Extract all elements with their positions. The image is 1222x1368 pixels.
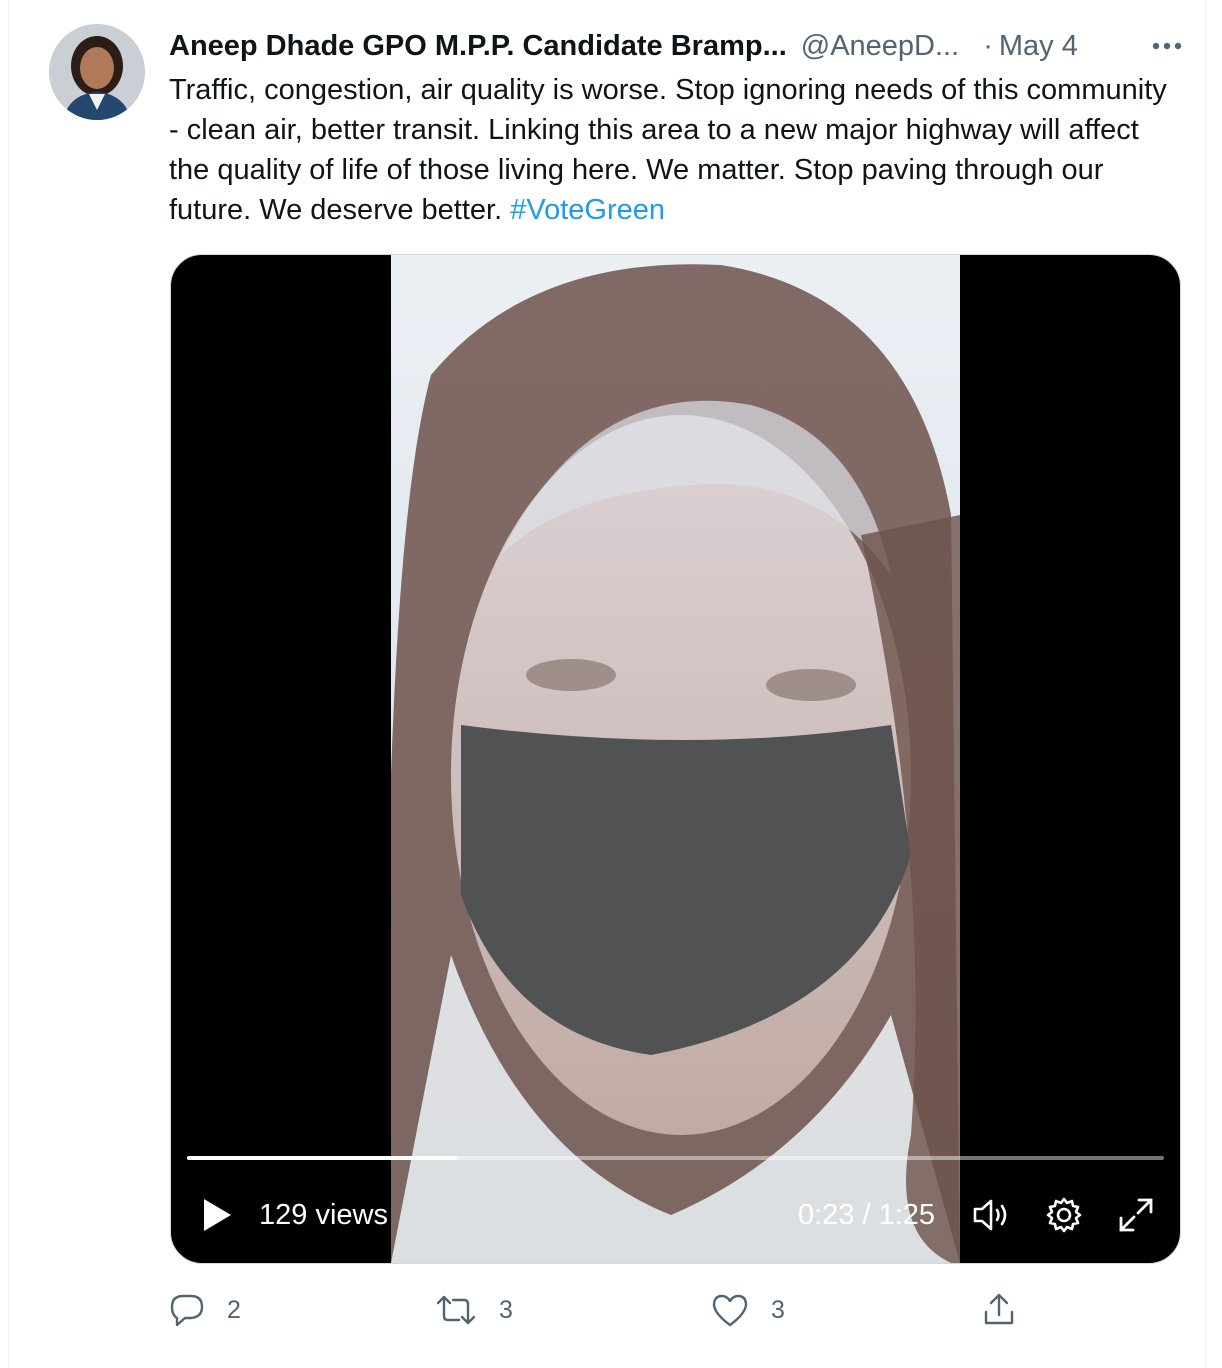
tweet-header: Aneep Dhade GPO M.P.P. Candidate Bramp..… [169,24,1189,68]
video-time: 0:23 / 1:25 [798,1199,936,1231]
gear-icon[interactable] [1039,1193,1089,1237]
hashtag-link[interactable]: #VoteGreen [510,194,665,226]
more-icon[interactable] [1145,28,1189,64]
video-progress-fill [187,1156,457,1160]
retweet-icon [436,1295,476,1325]
share-button[interactable] [981,1286,1017,1334]
view-count: 129 views [259,1199,388,1231]
tweet-body: Traffic, congestion, air quality is wors… [169,74,1167,226]
retweet-button[interactable]: 3 [435,1286,513,1334]
reply-icon [170,1294,204,1327]
video-player[interactable]: 129 views 0:23 / 1:25 [170,254,1181,1264]
fullscreen-icon[interactable] [1111,1193,1161,1237]
like-count: 3 [771,1295,785,1324]
tweet-date[interactable]: May 4 [999,30,1078,63]
video-frame[interactable] [391,255,960,1263]
tweet-text: Traffic, congestion, air quality is wors… [169,70,1169,230]
play-icon[interactable] [193,1193,241,1237]
avatar[interactable] [49,24,145,120]
share-icon [984,1293,1014,1325]
reply-count: 2 [227,1295,241,1324]
heart-icon [712,1294,748,1327]
retweet-count: 3 [499,1295,513,1324]
volume-icon[interactable] [967,1193,1017,1237]
author-handle[interactable]: @AneepD... [801,30,959,63]
video-progress-bar[interactable] [187,1156,1164,1160]
video-controls: 129 views 0:23 / 1:25 [171,1185,1180,1245]
author-display-name[interactable]: Aneep Dhade GPO M.P.P. Candidate Bramp..… [169,30,787,63]
tweet-card[interactable]: Aneep Dhade GPO M.P.P. Candidate Bramp..… [8,0,1206,1368]
header-separator: · [983,29,993,62]
like-button[interactable]: 3 [711,1286,785,1334]
tweet-actions: 2 3 3 [169,1286,1049,1334]
reply-button[interactable]: 2 [169,1286,241,1334]
avatar-image [49,24,145,120]
video-thumbnail [391,255,960,1263]
